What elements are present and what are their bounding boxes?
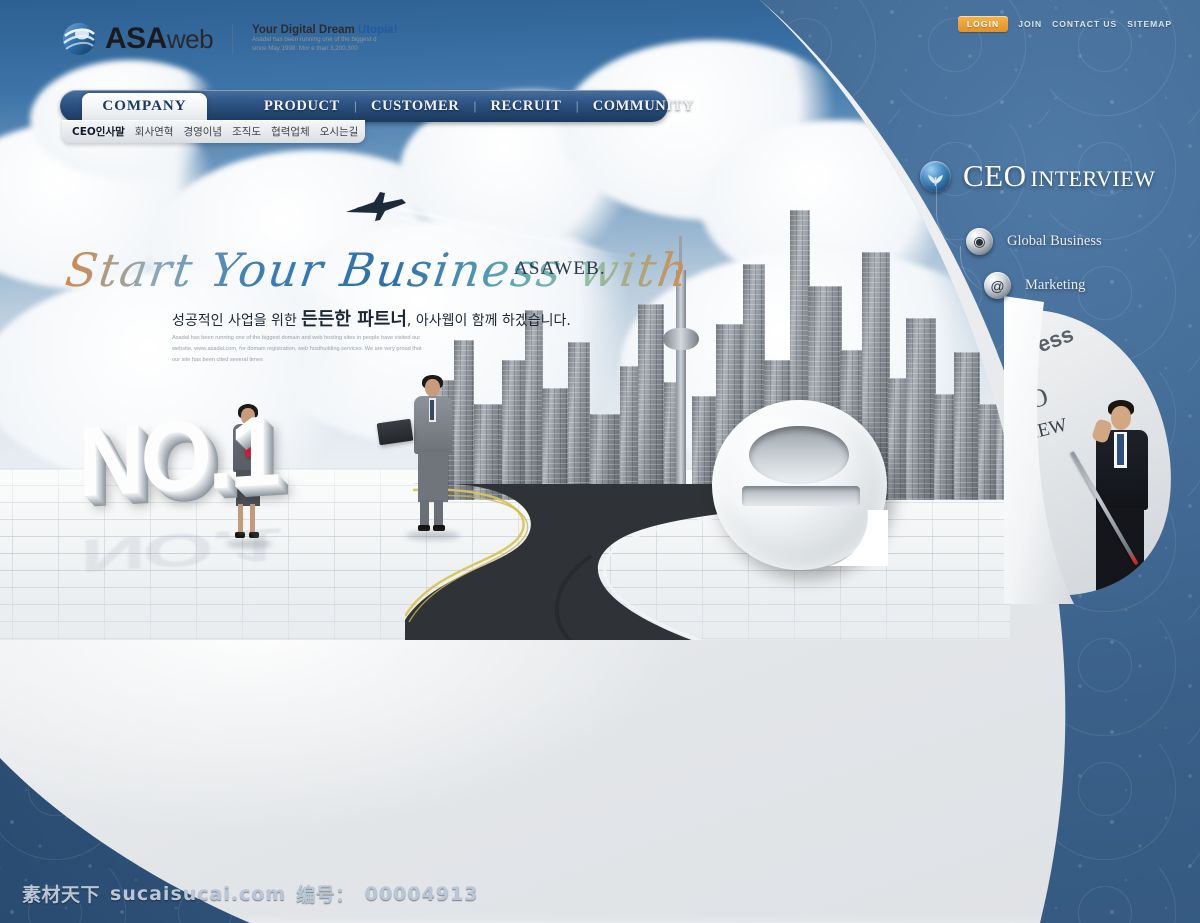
- sub-nav-item-history[interactable]: 회사연혁: [135, 124, 174, 139]
- utility-nav: LOGIN JOIN CONTACT US SITEMAP: [957, 16, 1172, 32]
- globe-icon: [62, 22, 96, 56]
- sub-nav-item-org-chart[interactable]: 조직도: [232, 124, 261, 139]
- logo-word-bold: ASA: [105, 22, 167, 55]
- hero-korean-part1: 성공적인 사업을 위한: [172, 313, 302, 329]
- ceo-title-light: INTERVIEW: [1030, 166, 1156, 191]
- page-root: NO.1 NO.1 ASAweb Your Digital Dream Utop…: [0, 0, 1200, 923]
- nav-item-customer[interactable]: CUSTOMER: [357, 98, 473, 115]
- ceo-menu-item-marketing[interactable]: @ Marketing: [984, 272, 1085, 299]
- nav-tab-company-label: COMPANY: [102, 98, 187, 114]
- e-logo-3d: [712, 400, 888, 570]
- tagline-prefix: Your Digital Dream: [252, 24, 358, 37]
- brand-tagline: Your Digital Dream Utopia!: [252, 24, 397, 36]
- ceo-menu-label-marketing: Marketing: [1025, 277, 1086, 293]
- logo-divider: [232, 24, 234, 54]
- ceo-menu-label-global-business: Global Business: [1007, 233, 1102, 249]
- logo-wordmark: ASAweb: [105, 22, 214, 55]
- logo-word-light: web: [166, 24, 214, 54]
- tagline-accent: Utopia!: [357, 24, 398, 37]
- laptop-icon: [377, 419, 414, 446]
- watermark-site: sucaisucai.com: [110, 882, 287, 905]
- ceo-interview-panel: CEO INTERVIEW ◉ Global Business @ Market…: [920, 158, 1155, 299]
- watermark-num-value: 00004913: [364, 882, 479, 905]
- clock-icon: ◉: [966, 228, 993, 255]
- page-curl[interactable]: iness CO VIEW: [1010, 300, 1185, 600]
- nav-item-recruit[interactable]: RECRUIT: [476, 98, 575, 115]
- clock-icon-glyph: ◉: [973, 233, 986, 249]
- businessman-photo: [400, 375, 464, 535]
- brand-tagline-block: Your Digital Dream Utopia! Asadal has be…: [252, 24, 397, 54]
- utility-nav-item-contact-us[interactable]: CONTACT US: [1052, 19, 1117, 29]
- hero-paragraph: Asadal has been running one of the bigge…: [172, 335, 422, 363]
- sub-nav: CEO인사말 회사연혁 경영이념 조직도 협력업체 오시는길: [62, 120, 365, 143]
- login-button[interactable]: LOGIN: [957, 16, 1009, 32]
- nav-tab-company-active[interactable]: COMPANY: [82, 93, 207, 120]
- no1-3d-text: NO.1: [78, 395, 277, 519]
- hero-korean-headline: 성공적인 사업을 위한 든든한 파트너, 아사웹이 함께 하겠습니다.: [172, 305, 571, 331]
- hero-brand-suffix: ASAWEB.: [514, 258, 606, 279]
- sub-nav-item-ceo-greeting[interactable]: CEO인사말: [72, 124, 125, 139]
- brand-tagline-small: Asadal has been running one of the bigge…: [252, 36, 377, 52]
- watermark: 素材天下 sucaisucai.com 编号： 00004913: [22, 880, 479, 907]
- utility-nav-item-join[interactable]: JOIN: [1018, 19, 1042, 29]
- at-icon-glyph: @: [990, 277, 1005, 294]
- sub-nav-item-partners[interactable]: 협력업체: [271, 124, 310, 139]
- hero-korean-bold: 든든한 파트너: [301, 309, 407, 330]
- ceo-menu-item-global-business[interactable]: ◉ Global Business: [966, 228, 1102, 255]
- at-icon: @: [984, 272, 1011, 299]
- watermark-num-label: 编号：: [296, 884, 355, 906]
- sub-nav-item-directions[interactable]: 오시는길: [320, 124, 359, 139]
- nav-item-product[interactable]: PRODUCT: [250, 98, 354, 115]
- ceo-interview-title: CEO INTERVIEW: [963, 158, 1155, 194]
- hero-korean-part2: , 아사웹이 함께 하겠습니다.: [406, 313, 571, 329]
- watermark-cn-label: 素材天下: [22, 884, 101, 906]
- sub-nav-item-philosophy[interactable]: 경영이념: [183, 124, 222, 139]
- site-logo[interactable]: ASAweb Your Digital Dream Utopia! Asadal…: [62, 22, 398, 56]
- nav-item-community[interactable]: COMMUNITY: [579, 98, 708, 115]
- utility-nav-item-sitemap[interactable]: SITEMAP: [1127, 19, 1172, 29]
